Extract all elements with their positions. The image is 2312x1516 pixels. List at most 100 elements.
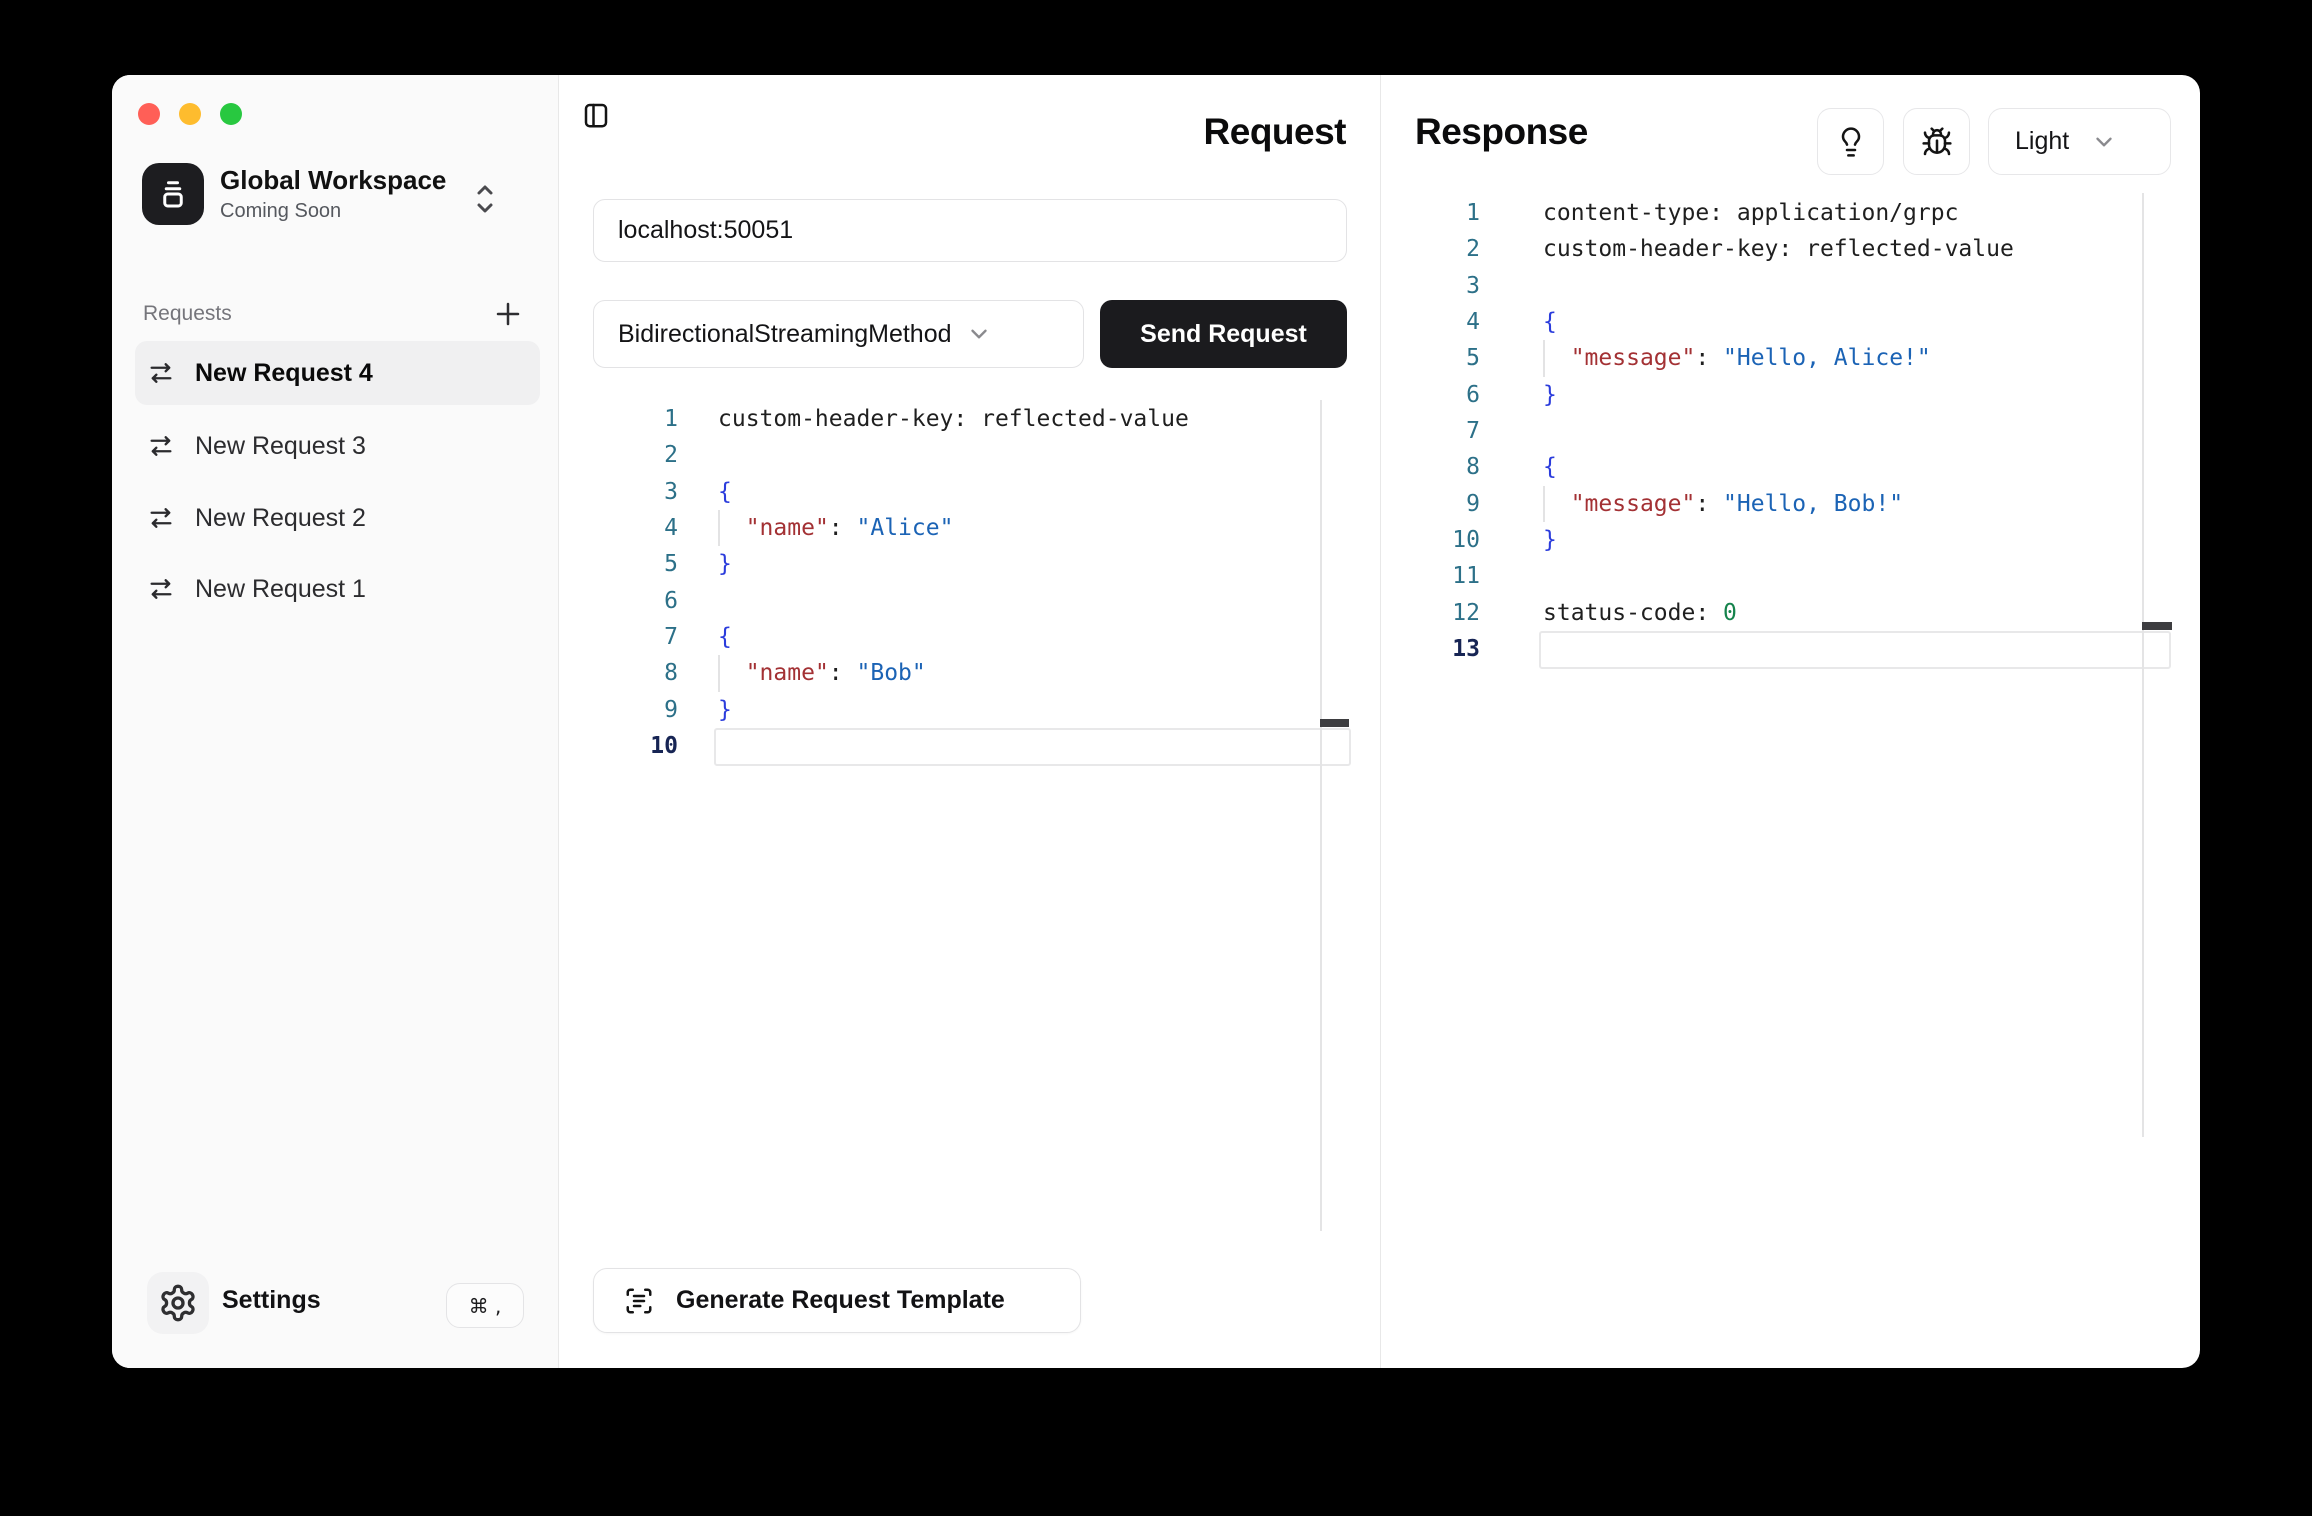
- scrollbar-thumb[interactable]: [2142, 622, 2172, 630]
- workspace-icon: [142, 163, 204, 225]
- send-request-button[interactable]: Send Request: [1100, 300, 1347, 368]
- response-panel-title: Response: [1415, 111, 1588, 153]
- code-line[interactable]: 4{: [1381, 304, 2200, 340]
- code-line[interactable]: 5 "message": "Hello, Alice!": [1381, 340, 2200, 376]
- theme-select[interactable]: Light: [1988, 108, 2171, 175]
- response-panel: Response Light: [1381, 75, 2200, 1368]
- code-text: content-type: application/grpc: [1543, 195, 1958, 231]
- add-request-button[interactable]: [491, 297, 525, 331]
- line-number: 10: [559, 728, 678, 764]
- line-number: 8: [559, 655, 678, 691]
- code-line[interactable]: 8 "name": "Bob": [559, 655, 1380, 691]
- response-editor-edge: [2142, 193, 2144, 1137]
- active-line-box[interactable]: [714, 728, 1351, 766]
- code-line[interactable]: 3: [1381, 268, 2200, 304]
- line-number: 1: [559, 401, 678, 437]
- line-number: 5: [559, 546, 678, 582]
- code-text: custom-header-key: reflected-value: [718, 401, 1189, 437]
- settings-row: Settings ⌘ ,: [147, 1272, 524, 1334]
- lightbulb-button[interactable]: [1817, 108, 1884, 175]
- code-line[interactable]: 6}: [1381, 377, 2200, 413]
- line-number: 7: [1381, 413, 1480, 449]
- code-line[interactable]: 10}: [1381, 522, 2200, 558]
- window-controls: [138, 103, 242, 125]
- toggle-sidebar-button[interactable]: [580, 100, 614, 130]
- code-line[interactable]: 13: [1381, 631, 2200, 667]
- code-line[interactable]: 1 content-type: application/grpc: [1381, 195, 2200, 231]
- line-number: 1: [1381, 195, 1480, 231]
- line-number: 13: [1381, 631, 1480, 667]
- swap-arrows-icon: [147, 575, 175, 603]
- scan-text-icon: [624, 1286, 654, 1316]
- code-line[interactable]: 7{: [559, 619, 1380, 655]
- code-text: status-code: 0: [1543, 595, 1737, 631]
- code-text: {: [1543, 304, 1557, 340]
- line-number: 11: [1381, 558, 1480, 594]
- request-panel-title: Request: [1204, 111, 1346, 153]
- line-number: 10: [1381, 522, 1480, 558]
- generate-request-template-button[interactable]: Generate Request Template: [593, 1268, 1081, 1333]
- code-text: }: [718, 692, 732, 728]
- line-number: 2: [559, 437, 678, 473]
- line-number: 3: [1381, 268, 1480, 304]
- code-line[interactable]: 9}: [559, 692, 1380, 728]
- code-line[interactable]: 6: [559, 583, 1380, 619]
- sidebar-item-new-request-1[interactable]: New Request 1: [135, 557, 540, 621]
- chevron-up-down-icon[interactable]: [472, 179, 498, 219]
- lightbulb-icon: [1835, 126, 1867, 158]
- line-number: 4: [1381, 304, 1480, 340]
- method-select[interactable]: BidirectionalStreamingMethod: [593, 300, 1084, 368]
- line-number: 12: [1381, 595, 1480, 631]
- line-number: 8: [1381, 449, 1480, 485]
- code-line[interactable]: 9 "message": "Hello, Bob!": [1381, 486, 2200, 522]
- request-editor[interactable]: 1 custom-header-key: reflected-value 23{4 …: [559, 401, 1380, 764]
- line-number: 2: [1381, 231, 1480, 267]
- line-number: 6: [559, 583, 678, 619]
- response-editor[interactable]: 1 content-type: application/grpc2custom-h…: [1381, 195, 2200, 667]
- close-window-button[interactable]: [138, 103, 160, 125]
- zoom-window-button[interactable]: [220, 103, 242, 125]
- requests-section-header: Requests: [143, 297, 539, 331]
- code-line[interactable]: 2custom-header-key: reflected-value: [1381, 231, 2200, 267]
- settings-button[interactable]: [147, 1272, 209, 1334]
- code-text: {: [718, 474, 732, 510]
- sidebar-item-new-request-2[interactable]: New Request 2: [135, 486, 540, 550]
- code-line[interactable]: 12 status-code: 0: [1381, 595, 2200, 631]
- method-select-value: BidirectionalStreamingMethod: [618, 320, 952, 349]
- bug-icon: [1921, 126, 1953, 158]
- code-line[interactable]: 5}: [559, 546, 1380, 582]
- settings-label[interactable]: Settings: [222, 1286, 321, 1315]
- code-text: "message": "Hello, Alice!": [1543, 340, 1931, 376]
- request-editor-edge: [1320, 400, 1322, 1231]
- gear-icon: [158, 1283, 198, 1323]
- request-item-label: New Request 2: [195, 504, 366, 533]
- workspace-selector[interactable]: Global Workspace Coming Soon: [142, 163, 446, 225]
- sidebar: Global Workspace Coming Soon Requests: [112, 75, 559, 1368]
- workspace-subtitle: Coming Soon: [220, 198, 446, 224]
- swap-arrows-icon: [147, 359, 175, 387]
- sidebar-item-new-request-3[interactable]: New Request 3: [135, 414, 540, 478]
- line-number: 7: [559, 619, 678, 655]
- debug-button[interactable]: [1903, 108, 1970, 175]
- scrollbar-thumb[interactable]: [1320, 719, 1349, 727]
- sidebar-item-new-request-4[interactable]: New Request 4: [135, 341, 540, 405]
- code-line[interactable]: 3{: [559, 474, 1380, 510]
- code-line[interactable]: 2: [559, 437, 1380, 473]
- workspace-text: Global Workspace Coming Soon: [220, 164, 446, 224]
- code-line[interactable]: 8{: [1381, 449, 2200, 485]
- code-line[interactable]: 1 custom-header-key: reflected-value: [559, 401, 1380, 437]
- code-text: "name": "Bob": [718, 655, 926, 691]
- host-input[interactable]: [593, 199, 1347, 262]
- request-panel: Request BidirectionalStreamingMethod Sen…: [559, 75, 1381, 1368]
- line-number: 5: [1381, 340, 1480, 376]
- minimize-window-button[interactable]: [179, 103, 201, 125]
- code-text: {: [1543, 449, 1557, 485]
- request-item-label: New Request 1: [195, 575, 366, 604]
- code-line[interactable]: 7: [1381, 413, 2200, 449]
- code-text: }: [1543, 522, 1557, 558]
- workspace-name: Global Workspace: [220, 164, 446, 196]
- code-line[interactable]: 4 "name": "Alice": [559, 510, 1380, 546]
- code-line[interactable]: 10: [559, 728, 1380, 764]
- active-line-box[interactable]: [1539, 631, 2171, 669]
- code-line[interactable]: 11: [1381, 558, 2200, 594]
